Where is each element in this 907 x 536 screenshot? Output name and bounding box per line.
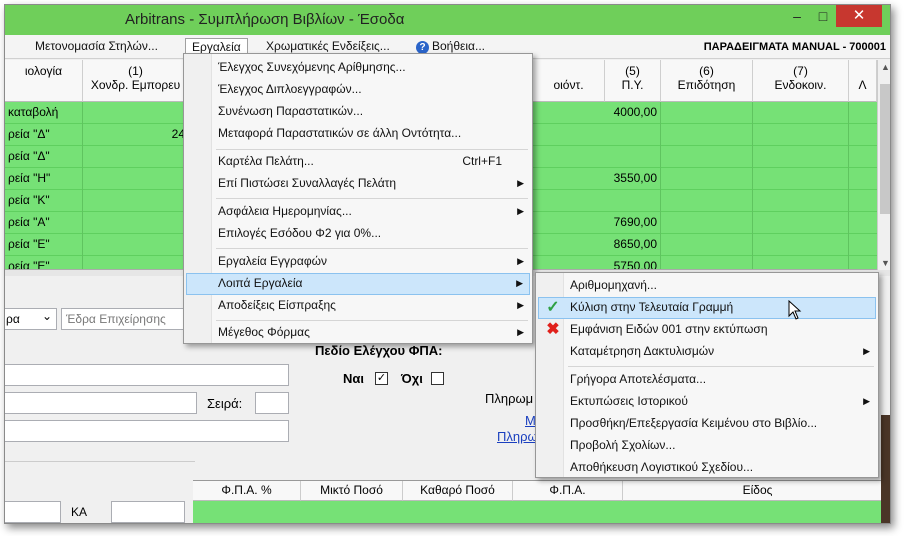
scroll-up-icon[interactable]: ▲ — [878, 62, 890, 72]
menu-item-other-tools[interactable]: Λοιπά Εργαλεία ▶ — [186, 273, 530, 295]
col-header[interactable]: Φ.Π.Α. % — [193, 481, 301, 501]
menu-item[interactable]: Καρτέλα Πελάτη... Ctrl+F1 — [186, 151, 530, 173]
menu-item[interactable]: Συνένωση Παραστατικών... — [186, 101, 530, 123]
menu-item[interactable]: Έλεγχος Διπλοεγγραφών... — [186, 79, 530, 101]
submenu-arrow-icon: ▶ — [517, 206, 524, 216]
submenu-arrow-icon: ▶ — [517, 327, 524, 337]
menu-item[interactable]: Προβολή Σχολίων... — [538, 435, 876, 457]
menu-item-scroll-last-line[interactable]: ✓ Κύλιση στην Τελευταία Γραμμή — [538, 297, 876, 319]
mouse-cursor-icon — [788, 300, 802, 320]
no-label: Όχι — [401, 371, 423, 386]
tools-menu: Έλεγχος Συνεχόμενης Αρίθμησης... Έλεγχος… — [183, 53, 533, 344]
menu-item[interactable]: ✖ Εμφάνιση Ειδών 001 στην εκτύπωση — [538, 319, 876, 341]
company-label: ΠΑΡΑΔΕΙΓΜΑΤΑ MANUAL - 700001 — [703, 41, 886, 53]
col-header[interactable]: (1) Χονδρ. Εμπορευ — [83, 60, 189, 102]
menu-item[interactable]: Έλεγχος Συνεχόμενης Αρίθμησης... — [186, 57, 530, 79]
menu-item[interactable]: Μεταφορά Παραστατικών σε άλλη Οντότητα..… — [186, 123, 530, 145]
col-header[interactable]: (7) Ενδοκοιν. — [753, 60, 849, 102]
col-header[interactable]: οιόντ. — [533, 60, 605, 102]
maximize-button[interactable]: □ — [810, 5, 836, 27]
ka-label: ΚΑ — [71, 505, 88, 519]
text-field[interactable] — [111, 501, 185, 523]
menu-item[interactable]: Αποδείξεις Είσπραξης ▶ — [186, 295, 530, 317]
col-header[interactable]: ιολογία — [5, 60, 83, 102]
seat-field[interactable]: Έδρα Επιχείρησης — [61, 308, 185, 330]
col-header[interactable]: Μικτό Ποσό — [301, 481, 403, 501]
menu-item[interactable]: Ασφάλεια Ημερομηνίας... ▶ — [186, 201, 530, 223]
chevron-down-icon: ⌄ — [41, 309, 52, 323]
menu-help-label: Βοήθεια... — [432, 39, 485, 53]
other-tools-submenu: Αριθμομηχανή... ✓ Κύλιση στην Τελευταία Γ… — [535, 272, 879, 478]
checkmark-icon: ✓ — [546, 299, 560, 316]
payment-label: Πληρωμ — [485, 391, 534, 406]
window-title: Arbitrans - Συμπλήρωση Βιβλίων - Έσοδα — [125, 11, 405, 28]
submenu-arrow-icon: ▶ — [517, 178, 524, 188]
menu-item[interactable]: Μέγεθος Φόρμας ▶ — [186, 322, 530, 344]
vat-check-title: Πεδίο Ελέγχου ΦΠΑ: — [315, 343, 443, 358]
submenu-arrow-icon: ▶ — [863, 346, 870, 356]
series-field[interactable] — [255, 392, 289, 414]
minimize-button[interactable]: – — [784, 5, 810, 27]
background-image — [881, 415, 890, 523]
menu-item[interactable]: Γρήγορα Αποτελέσματα... — [538, 369, 876, 391]
menu-item[interactable]: Εκτυπώσεις Ιστορικού ▶ — [538, 391, 876, 413]
text-field[interactable] — [5, 501, 61, 523]
text-field[interactable] — [5, 420, 289, 442]
lines-grid: Φ.Π.Α. % Μικτό Ποσό Καθαρό Ποσό Φ.Π.Α. Ε… — [193, 480, 890, 523]
menu-item[interactable]: Αποθήκευση Λογιστικού Σχεδίου... — [538, 457, 876, 479]
yes-label: Ναι — [343, 371, 364, 386]
red-x-icon: ✖ — [546, 321, 560, 338]
scroll-thumb[interactable] — [880, 84, 890, 214]
scroll-down-icon[interactable]: ▼ — [878, 258, 890, 268]
screenshot-stage: Arbitrans - Συμπλήρωση Βιβλίων - Έσοδα –… — [0, 0, 907, 536]
text-field[interactable] — [5, 392, 197, 414]
table-row[interactable] — [193, 501, 890, 523]
col-header[interactable]: Λ — [849, 60, 877, 102]
series-label: Σειρά: — [207, 396, 243, 411]
submenu-arrow-icon: ▶ — [517, 300, 524, 310]
combo-box[interactable]: ρα ⌄ — [5, 308, 57, 330]
no-checkbox[interactable] — [431, 372, 444, 385]
submenu-arrow-icon: ▶ — [516, 278, 523, 288]
col-header[interactable]: Καθαρό Ποσό — [403, 481, 513, 501]
menu-item[interactable]: Εργαλεία Εγγραφών ▶ — [186, 251, 530, 273]
menu-item[interactable]: Προσθήκη/Επεξεργασία Κειμένου στο Βιβλίο… — [538, 413, 876, 435]
menu-item[interactable]: Αριθμομηχανή... — [538, 275, 876, 297]
menu-rename-columns[interactable]: Μετονομασία Στηλών... — [29, 38, 164, 57]
col-header[interactable]: Φ.Π.Α. — [513, 481, 623, 501]
menu-item[interactable]: Επί Πιστώσει Συναλλαγές Πελάτη ▶ — [186, 173, 530, 195]
close-button[interactable]: ✕ — [836, 5, 882, 27]
menu-item[interactable]: Καταμέτρηση Δακτυλισμών ▶ — [538, 341, 876, 363]
yes-checkbox[interactable]: ✓ — [375, 372, 388, 385]
shortcut-label: Ctrl+F1 — [462, 154, 502, 168]
submenu-arrow-icon: ▶ — [517, 256, 524, 266]
col-header[interactable]: (6) Επιδότηση — [661, 60, 753, 102]
submenu-arrow-icon: ▶ — [863, 396, 870, 406]
col-header[interactable]: (5) Π.Υ. — [605, 60, 661, 102]
title-bar[interactable]: Arbitrans - Συμπλήρωση Βιβλίων - Έσοδα –… — [5, 5, 890, 35]
menu-item[interactable]: Επιλογές Εσόδου Φ2 για 0%... — [186, 223, 530, 245]
col-header[interactable]: Είδος — [623, 481, 890, 501]
grid-vertical-scrollbar[interactable]: ▲ ▼ — [877, 60, 890, 270]
text-field[interactable] — [5, 364, 289, 386]
